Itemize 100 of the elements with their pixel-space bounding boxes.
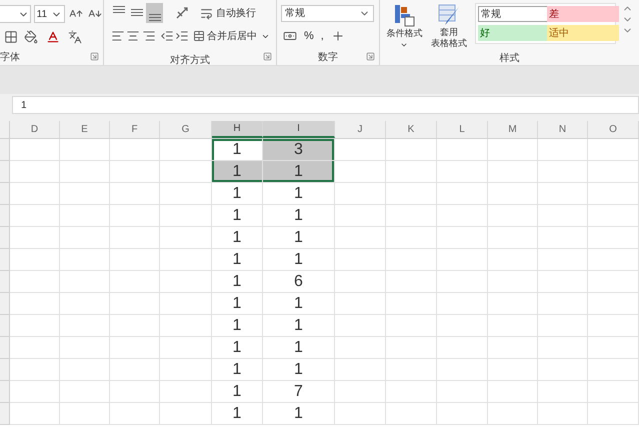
empty-cell[interactable] bbox=[110, 381, 160, 403]
empty-cell[interactable] bbox=[110, 315, 160, 337]
empty-cell[interactable] bbox=[437, 315, 488, 337]
cell-style[interactable]: 差 bbox=[547, 6, 620, 22]
table-cell[interactable]: 1 bbox=[212, 227, 263, 249]
row-header[interactable] bbox=[0, 183, 10, 205]
empty-cell[interactable] bbox=[386, 293, 437, 315]
vertical-align-button[interactable] bbox=[146, 3, 163, 23]
empty-cell[interactable] bbox=[488, 227, 538, 249]
row-header[interactable] bbox=[0, 293, 10, 315]
empty-cell[interactable] bbox=[386, 271, 437, 293]
empty-cell[interactable] bbox=[110, 139, 160, 161]
empty-cell[interactable] bbox=[60, 381, 110, 403]
empty-cell[interactable] bbox=[488, 205, 538, 227]
column-header[interactable]: D bbox=[10, 121, 60, 138]
row-header[interactable] bbox=[0, 359, 10, 381]
empty-cell[interactable] bbox=[538, 183, 588, 205]
table-cell[interactable]: 7 bbox=[263, 381, 335, 403]
table-cell[interactable]: 1 bbox=[263, 227, 335, 249]
empty-cell[interactable] bbox=[60, 271, 110, 293]
format-as-table-button[interactable]: 套用 表格格式 bbox=[428, 3, 470, 49]
empty-cell[interactable] bbox=[588, 227, 639, 249]
table-cell[interactable]: 1 bbox=[263, 183, 335, 205]
column-header[interactable]: K bbox=[386, 121, 437, 138]
table-cell[interactable]: 1 bbox=[212, 161, 263, 183]
empty-cell[interactable] bbox=[386, 139, 437, 161]
column-header[interactable]: M bbox=[488, 121, 538, 138]
table-cell[interactable]: 1 bbox=[212, 205, 263, 227]
table-cell[interactable]: 1 bbox=[212, 403, 263, 425]
table-cell[interactable]: 1 bbox=[263, 403, 335, 425]
empty-cell[interactable] bbox=[60, 337, 110, 359]
cell-style[interactable]: 适中 bbox=[547, 25, 620, 41]
empty-cell[interactable] bbox=[488, 183, 538, 205]
empty-cell[interactable] bbox=[437, 227, 488, 249]
table-cell[interactable]: 6 bbox=[263, 271, 335, 293]
conditional-format-button[interactable]: 条件格式 bbox=[386, 3, 423, 48]
empty-cell[interactable] bbox=[588, 315, 639, 337]
empty-cell[interactable] bbox=[60, 315, 110, 337]
empty-cell[interactable] bbox=[588, 183, 639, 205]
empty-cell[interactable] bbox=[437, 403, 488, 425]
table-cell[interactable]: 1 bbox=[263, 293, 335, 315]
empty-cell[interactable] bbox=[538, 403, 588, 425]
empty-cell[interactable] bbox=[588, 205, 639, 227]
empty-cell[interactable] bbox=[386, 161, 437, 183]
empty-cell[interactable] bbox=[110, 249, 160, 271]
formula-field[interactable]: 1 bbox=[12, 96, 639, 114]
empty-cell[interactable] bbox=[386, 403, 437, 425]
empty-cell[interactable] bbox=[60, 293, 110, 315]
empty-cell[interactable] bbox=[437, 359, 488, 381]
table-cell[interactable]: 1 bbox=[212, 293, 263, 315]
empty-cell[interactable] bbox=[588, 337, 639, 359]
percent-button[interactable]: % bbox=[302, 28, 316, 44]
empty-cell[interactable] bbox=[437, 205, 488, 227]
empty-cell[interactable] bbox=[538, 315, 588, 337]
empty-cell[interactable] bbox=[488, 271, 538, 293]
column-header[interactable]: L bbox=[437, 121, 488, 138]
empty-cell[interactable] bbox=[538, 139, 588, 161]
empty-cell[interactable] bbox=[488, 315, 538, 337]
empty-cell[interactable] bbox=[437, 183, 488, 205]
table-cell[interactable]: 1 bbox=[212, 183, 263, 205]
empty-cell[interactable] bbox=[60, 205, 110, 227]
table-cell[interactable]: 1 bbox=[212, 249, 263, 271]
dialog-launcher-icon[interactable] bbox=[263, 52, 272, 61]
empty-cell[interactable] bbox=[538, 359, 588, 381]
empty-cell[interactable] bbox=[386, 249, 437, 271]
empty-cell[interactable] bbox=[488, 249, 538, 271]
table-cell[interactable]: 1 bbox=[263, 359, 335, 381]
row-header[interactable] bbox=[0, 403, 10, 425]
empty-cell[interactable] bbox=[488, 293, 538, 315]
empty-cell[interactable] bbox=[60, 249, 110, 271]
column-header[interactable]: F bbox=[110, 121, 160, 138]
empty-cell[interactable] bbox=[538, 271, 588, 293]
column-header[interactable]: N bbox=[538, 121, 588, 138]
row-header[interactable] bbox=[0, 161, 10, 183]
table-cell[interactable]: 3 bbox=[263, 139, 335, 161]
empty-cell[interactable] bbox=[110, 227, 160, 249]
row-header[interactable] bbox=[0, 315, 10, 337]
empty-cell[interactable] bbox=[538, 227, 588, 249]
row-header[interactable] bbox=[0, 249, 10, 271]
column-header[interactable]: J bbox=[335, 121, 386, 138]
row-header[interactable] bbox=[0, 227, 10, 249]
empty-cell[interactable] bbox=[437, 293, 488, 315]
empty-cell[interactable] bbox=[110, 337, 160, 359]
empty-cell[interactable] bbox=[588, 293, 639, 315]
empty-cell[interactable] bbox=[110, 403, 160, 425]
number-format-dropdown[interactable]: 常规 bbox=[281, 5, 374, 22]
table-cell[interactable]: 1 bbox=[263, 337, 335, 359]
fill-color-icon[interactable] bbox=[22, 28, 40, 46]
row-header[interactable] bbox=[0, 205, 10, 227]
empty-cell[interactable] bbox=[488, 359, 538, 381]
empty-cell[interactable] bbox=[538, 205, 588, 227]
empty-cell[interactable] bbox=[488, 381, 538, 403]
empty-cell[interactable] bbox=[538, 381, 588, 403]
row-header[interactable] bbox=[0, 381, 10, 403]
empty-cell[interactable] bbox=[110, 293, 160, 315]
table-cell[interactable]: 1 bbox=[263, 249, 335, 271]
empty-cell[interactable] bbox=[588, 249, 639, 271]
empty-cell[interactable] bbox=[588, 271, 639, 293]
empty-cell[interactable] bbox=[437, 381, 488, 403]
empty-cell[interactable] bbox=[60, 139, 110, 161]
